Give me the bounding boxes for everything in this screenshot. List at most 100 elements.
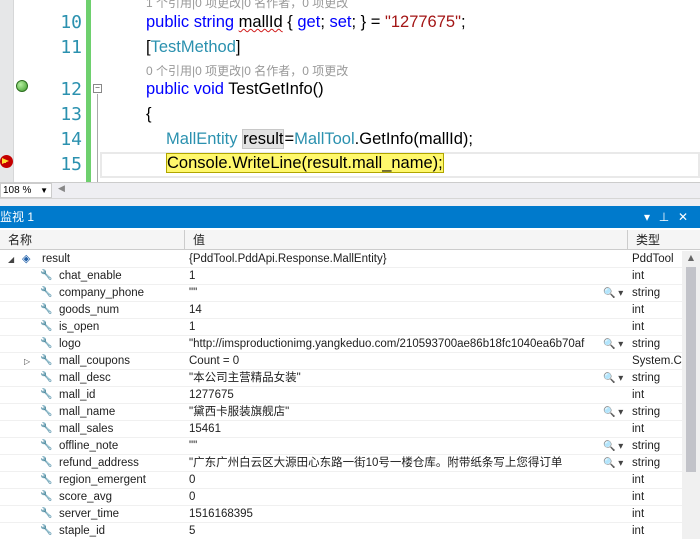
highlighted-variable: result	[242, 129, 285, 149]
watch-row[interactable]: 🔧 mall_id 1277675 int	[0, 387, 682, 404]
text-visualizer-icon[interactable]: 🔍 ▾	[603, 285, 623, 302]
window-position-dropdown-icon[interactable]: ▾	[640, 206, 654, 228]
watch-value[interactable]: 1	[189, 268, 599, 285]
watch-row[interactable]: 🔧 server_time 1516168395 int	[0, 506, 682, 523]
watch-row[interactable]: 🔧 region_emergent 0 int	[0, 472, 682, 489]
codelens-info[interactable]: 0 个引用|0 项更改|0 名作者，0 项更改	[146, 62, 348, 79]
watch-value[interactable]: 14	[189, 302, 599, 319]
breakpoint-test-icon[interactable]	[16, 80, 28, 92]
header-value[interactable]: 值	[185, 230, 628, 250]
code-line-12[interactable]: public void TestGetInfo()	[146, 80, 324, 99]
header-name[interactable]: 名称	[0, 230, 185, 250]
property-wrench-icon: 🔧	[40, 474, 53, 485]
collapse-toggle-icon[interactable]: −	[93, 84, 102, 93]
codelens-info[interactable]: 1 个引用|0 项更改|0 名作者，0 项更改	[146, 0, 348, 11]
watch-value[interactable]: 1516168395	[189, 506, 599, 523]
code-editor[interactable]: − 1 个引用|0 项更改|0 名作者，0 项更改 10 public stri…	[0, 0, 700, 182]
watch-value[interactable]: 15461	[189, 421, 599, 438]
scroll-left-icon[interactable]: ◀	[58, 184, 65, 194]
code-line-14[interactable]: MallEntity result=MallTool.GetInfo(mallI…	[166, 129, 473, 149]
watch-window[interactable]: 监视 1 ▾ ⊥ ✕ 名称 值 类型 ◢ ◈ result {PddTool.PddA…	[0, 206, 700, 539]
watch-row[interactable]: 🔧 goods_num 14 int	[0, 302, 682, 319]
watch-type: int	[632, 525, 645, 537]
watch-row[interactable]: 🔧 chat_enable 1 int	[0, 268, 682, 285]
watch-type: string	[632, 338, 661, 350]
watch-value[interactable]: 0	[189, 472, 599, 489]
zoom-select[interactable]: 108 % ▼	[0, 183, 52, 198]
watch-value[interactable]: ""	[189, 285, 599, 302]
text-visualizer-icon[interactable]: 🔍 ▾	[603, 455, 623, 472]
code-text: {	[282, 13, 298, 31]
header-type[interactable]: 类型	[628, 230, 700, 250]
collapse-triangle-icon[interactable]: ◢	[8, 251, 14, 268]
line-number: 12	[60, 79, 82, 100]
watch-name: logo	[59, 338, 81, 350]
watch-rows: ◢ ◈ result {PddTool.PddApi.Response.MallEnt…	[0, 251, 682, 539]
watch-row-result[interactable]: ◢ ◈ result {PddTool.PddApi.Response.MallEnt…	[0, 251, 682, 268]
property-wrench-icon: 🔧	[40, 423, 53, 434]
watch-name: mall_desc	[59, 372, 111, 384]
code-line-15[interactable]: Console.WriteLine(result.mall_name);	[166, 153, 444, 173]
code-line-13[interactable]: {	[146, 105, 152, 124]
type-name: MallEntity	[166, 130, 238, 148]
watch-row[interactable]: 🔧 staple_id 5 int	[0, 523, 682, 539]
property-wrench-icon: 🔧	[40, 372, 53, 383]
watch-row[interactable]: 🔧 mall_desc "本公司主营精品女装" 🔍 ▾ string	[0, 370, 682, 387]
code-text: .GetInfo(mallId);	[354, 130, 473, 148]
watch-row[interactable]: 🔧 refund_address "广东广州白云区大源田心东路一街10号一楼仓库。附…	[0, 455, 682, 472]
text-visualizer-icon[interactable]: 🔍 ▾	[603, 336, 623, 353]
watch-value[interactable]: "黛西卡服装旗舰店"	[189, 404, 599, 421]
watch-name: result	[42, 253, 71, 265]
watch-name: mall_coupons	[59, 355, 130, 367]
text-visualizer-icon[interactable]: 🔍 ▾	[603, 404, 623, 421]
watch-row[interactable]: 🔧 offline_note "" 🔍 ▾ string	[0, 438, 682, 455]
watch-value[interactable]: "广东广州白云区大源田心东路一街10号一楼仓库。附带纸条写上您得订单	[189, 455, 599, 472]
pin-icon[interactable]: ⊥	[657, 206, 671, 228]
code-line-10[interactable]: public string mallId { get; set; } = "12…	[146, 13, 466, 32]
watch-title-bar[interactable]: 监视 1 ▾ ⊥ ✕	[0, 206, 700, 228]
vertical-scrollbar[interactable]: ▲	[682, 251, 700, 539]
watch-name: mall_id	[59, 389, 96, 401]
text-visualizer-icon[interactable]: 🔍 ▾	[603, 438, 623, 455]
close-icon[interactable]: ✕	[676, 206, 690, 228]
watch-value[interactable]: "本公司主营精品女装"	[189, 370, 599, 387]
watch-name: refund_address	[59, 457, 139, 469]
code-line-11[interactable]: [TestMethod]	[146, 38, 240, 57]
watch-name: offline_note	[59, 440, 119, 452]
watch-type: int	[632, 423, 645, 435]
watch-type: string	[632, 457, 661, 469]
watch-type: string	[632, 372, 661, 384]
line-number: 13	[60, 104, 82, 125]
watch-value[interactable]: ""	[189, 438, 599, 455]
text-visualizer-icon[interactable]: 🔍 ▾	[603, 370, 623, 387]
watch-name: score_avg	[59, 491, 113, 503]
property-wrench-icon: 🔧	[40, 389, 53, 400]
watch-value[interactable]: 0	[189, 489, 599, 506]
watch-name: mall_sales	[59, 423, 114, 435]
expand-triangle-icon[interactable]: ▷	[24, 353, 30, 370]
watch-row[interactable]: 🔧 mall_name "黛西卡服装旗舰店" 🔍 ▾ string	[0, 404, 682, 421]
property-wrench-icon: 🔧	[40, 321, 53, 332]
watch-value[interactable]: 1277675	[189, 387, 599, 404]
watch-row[interactable]: 🔧 company_phone "" 🔍 ▾ string	[0, 285, 682, 302]
watch-value[interactable]: "http://imsproductionimg.yangkeduo.com/2…	[189, 336, 599, 353]
watch-value[interactable]: 5	[189, 523, 599, 539]
scrollbar-thumb[interactable]	[686, 267, 696, 472]
watch-row[interactable]: ▷ 🔧 mall_coupons Count = 0 System.C	[0, 353, 682, 370]
watch-value[interactable]: {PddTool.PddApi.Response.MallEntity}	[189, 251, 599, 268]
keyword: void	[193, 80, 224, 98]
property-wrench-icon: 🔧	[40, 440, 53, 451]
attribute-name: TestMethod	[150, 38, 236, 56]
code-text: =	[284, 130, 295, 148]
watch-type: int	[632, 508, 645, 520]
watch-value[interactable]: 1	[189, 319, 599, 336]
watch-value[interactable]: Count = 0	[189, 353, 599, 370]
scroll-up-icon[interactable]: ▲	[682, 251, 700, 265]
panel-splitter[interactable]	[0, 198, 700, 206]
watch-row[interactable]: 🔧 logo "http://imsproductionimg.yangkeduo.…	[0, 336, 682, 353]
watch-row[interactable]: 🔧 is_open 1 int	[0, 319, 682, 336]
watch-row[interactable]: 🔧 score_avg 0 int	[0, 489, 682, 506]
watch-row[interactable]: 🔧 mall_sales 15461 int	[0, 421, 682, 438]
watch-type: int	[632, 491, 645, 503]
property-wrench-icon: 🔧	[40, 457, 53, 468]
